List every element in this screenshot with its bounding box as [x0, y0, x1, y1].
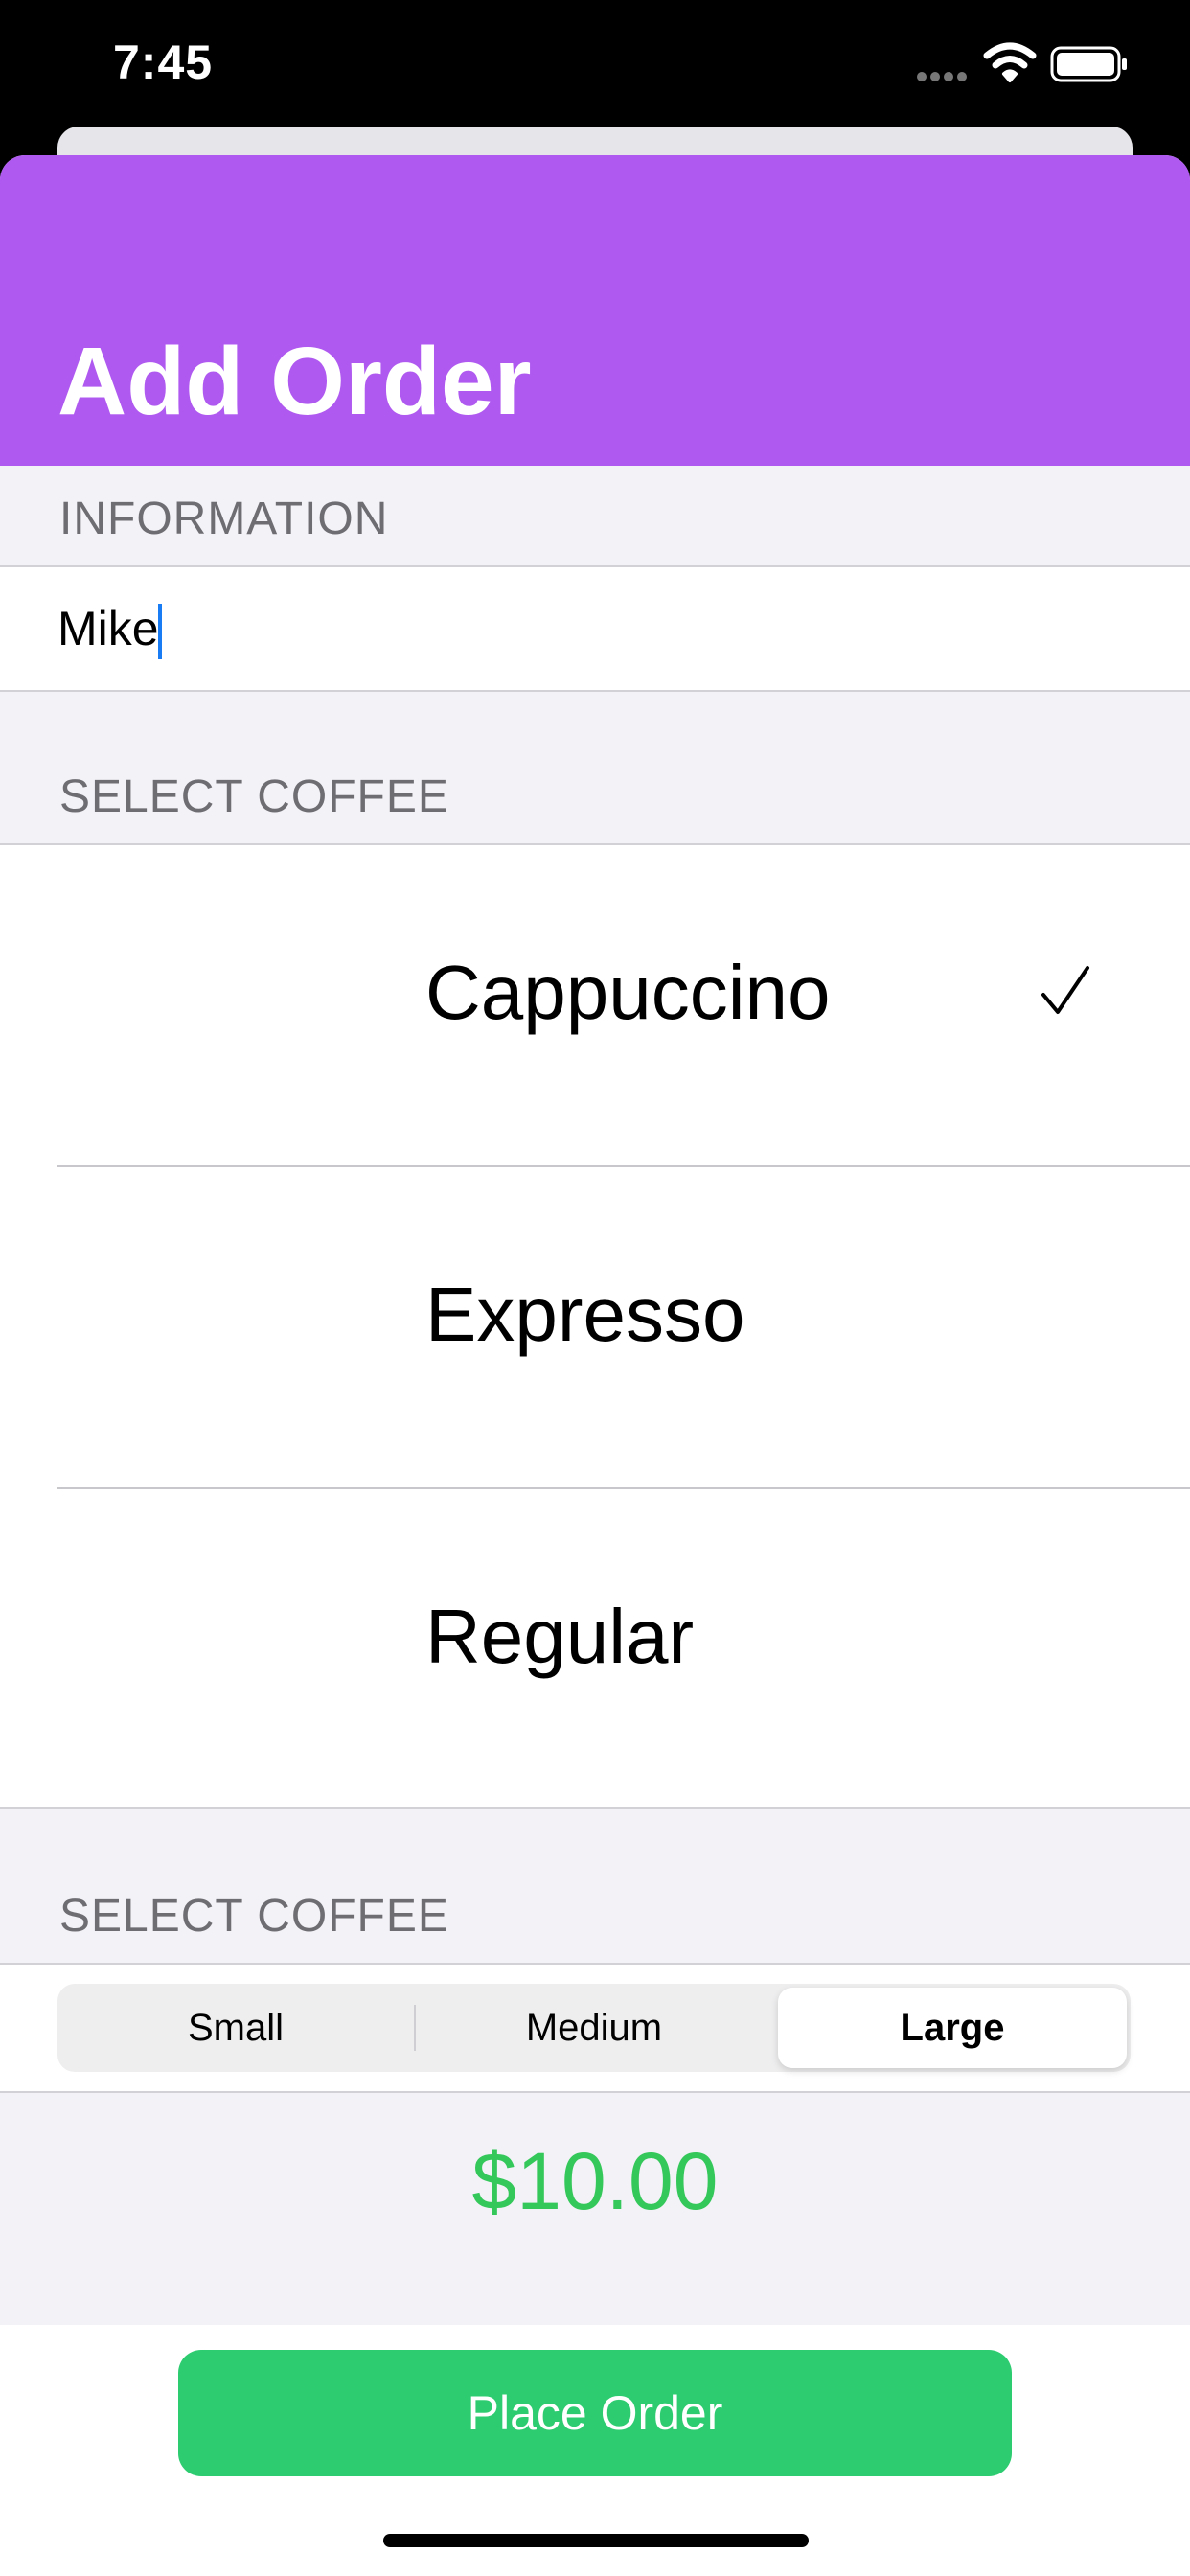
coffee-list: Cappuccino Expresso Regular — [0, 843, 1190, 1809]
segment-medium[interactable]: Medium — [416, 1984, 772, 2072]
coffee-option-expresso[interactable]: Expresso — [0, 1167, 1190, 1487]
order-price: $10.00 — [471, 2136, 719, 2226]
wifi-icon — [983, 42, 1037, 82]
name-cell — [0, 565, 1190, 692]
checkmark-icon — [1041, 966, 1089, 1014]
text-cursor — [158, 604, 162, 659]
segment-small[interactable]: Small — [57, 1984, 414, 2072]
name-input[interactable] — [57, 567, 1131, 690]
add-order-sheet: Add Order INFORMATION SELECT COFFEE Capp… — [0, 155, 1190, 2576]
section-header-information: INFORMATION — [59, 494, 389, 544]
coffee-option-label: Cappuccino — [425, 950, 831, 1035]
coffee-option-cappuccino[interactable]: Cappuccino — [0, 845, 1190, 1165]
segment-large[interactable]: Large — [778, 1988, 1127, 2068]
status-time: 7:45 — [113, 35, 214, 89]
section-header-coffee: SELECT COFFEE — [59, 771, 449, 822]
place-order-button[interactable]: Place Order — [178, 2350, 1012, 2476]
battery-icon — [1050, 46, 1127, 82]
size-segmented-control: Small Medium Large — [57, 1984, 1131, 2072]
coffee-option-label: Expresso — [425, 1272, 745, 1357]
coffee-option-regular[interactable]: Regular — [0, 1489, 1190, 1809]
signal-dots-icon — [917, 72, 967, 81]
home-indicator — [383, 2534, 809, 2547]
size-cell: Small Medium Large — [0, 1963, 1190, 2093]
section-header-size: SELECT COFFEE — [59, 1891, 449, 1942]
bottom-bar: Place Order — [0, 2325, 1190, 2576]
coffee-option-label: Regular — [425, 1594, 695, 1679]
navigation-header: Add Order — [0, 155, 1190, 466]
page-title: Add Order — [57, 328, 532, 435]
